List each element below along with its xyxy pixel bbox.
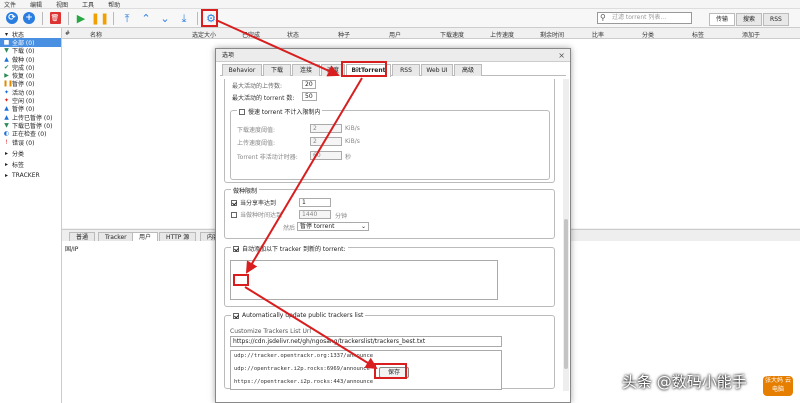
annotation-arrows bbox=[0, 0, 800, 403]
watermark-logo: 张大妈 云电脑 bbox=[763, 376, 793, 396]
watermark-text: 头条 @数码小能手 bbox=[622, 371, 747, 392]
